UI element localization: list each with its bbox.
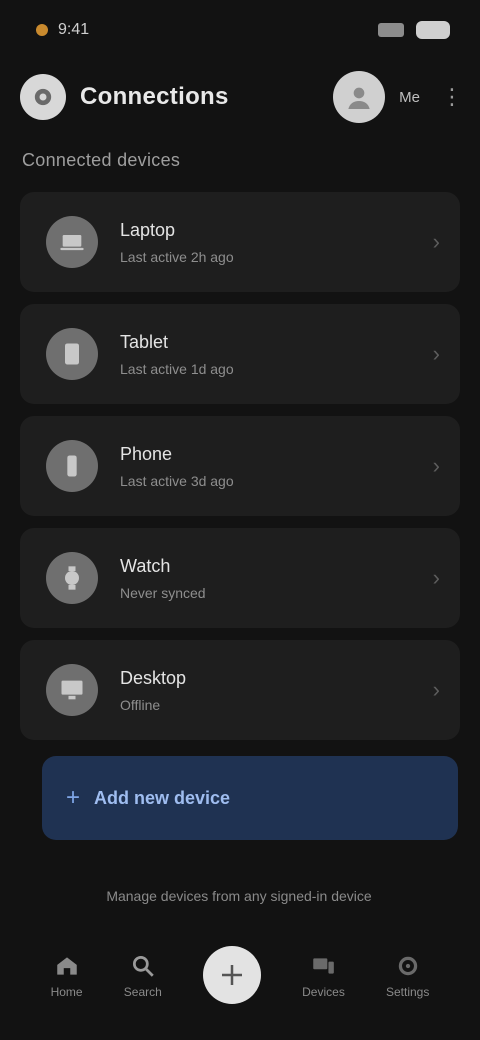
nav-label: Settings bbox=[386, 985, 430, 999]
battery-icon bbox=[416, 21, 450, 39]
status-time: 9:41 bbox=[58, 21, 90, 38]
status-bar: 9:41 bbox=[0, 0, 480, 60]
header-left: Connections bbox=[20, 74, 229, 120]
plus-icon: + bbox=[66, 784, 81, 811]
device-text: Tablet Last active 1d ago bbox=[120, 332, 234, 377]
section-title: Connected devices bbox=[22, 150, 181, 170]
device-card-tablet[interactable]: Tablet Last active 1d ago › bbox=[20, 304, 460, 404]
app-logo-icon bbox=[20, 74, 66, 120]
recording-dot-icon bbox=[36, 24, 48, 36]
device-text: Watch Never synced bbox=[120, 556, 206, 601]
laptop-icon bbox=[46, 216, 98, 268]
nav-devices[interactable]: Devices bbox=[302, 951, 345, 999]
nav-search[interactable]: Search bbox=[124, 951, 162, 999]
device-card-laptop[interactable]: Laptop Last active 2h ago › bbox=[20, 192, 460, 292]
device-card-watch[interactable]: Watch Never synced › bbox=[20, 528, 460, 628]
status-left: 9:41 bbox=[36, 21, 89, 39]
device-subtitle: Last active 1d ago bbox=[120, 360, 234, 377]
chevron-right-icon: › bbox=[432, 453, 440, 478]
chevron-right-icon: › bbox=[432, 229, 440, 254]
watch-icon bbox=[46, 552, 98, 604]
gear-icon bbox=[393, 951, 423, 981]
desktop-icon bbox=[46, 664, 98, 716]
app-title: Connections bbox=[80, 83, 229, 110]
home-icon bbox=[52, 951, 82, 981]
nav-home[interactable]: Home bbox=[51, 951, 83, 999]
device-subtitle: Last active 2h ago bbox=[120, 248, 234, 265]
bottom-navigation: Home Search Devices Settings bbox=[0, 930, 480, 1020]
device-text: Phone Last active 3d ago bbox=[120, 444, 234, 489]
device-title: Watch bbox=[120, 555, 171, 576]
device-card-desktop[interactable]: Desktop Offline › bbox=[20, 640, 460, 740]
phone-icon bbox=[46, 440, 98, 492]
device-title: Tablet bbox=[120, 331, 169, 352]
devices-icon bbox=[308, 951, 338, 981]
nav-settings[interactable]: Settings bbox=[386, 951, 429, 999]
device-title: Laptop bbox=[120, 219, 176, 240]
header-right: Me ⋮ bbox=[333, 71, 470, 123]
profile-avatar[interactable] bbox=[333, 71, 386, 123]
device-subtitle: Last active 3d ago bbox=[120, 472, 234, 489]
nav-label: Devices bbox=[302, 985, 345, 999]
tablet-icon bbox=[46, 328, 98, 380]
account-label[interactable]: Me bbox=[399, 89, 420, 106]
chevron-right-icon: › bbox=[432, 341, 440, 366]
status-right bbox=[378, 21, 450, 39]
signal-icon bbox=[378, 23, 404, 37]
device-text: Laptop Last active 2h ago bbox=[120, 220, 234, 265]
add-device-button[interactable]: + Add new device bbox=[42, 756, 458, 840]
device-card-phone[interactable]: Phone Last active 3d ago › bbox=[20, 416, 460, 516]
search-icon bbox=[128, 951, 158, 981]
footer-hint: Manage devices from any signed-in device bbox=[106, 888, 372, 904]
device-subtitle: Offline bbox=[120, 696, 161, 713]
device-subtitle: Never synced bbox=[120, 584, 206, 601]
device-list: Laptop Last active 2h ago › Tablet Last … bbox=[20, 192, 460, 752]
add-device-label: Add new device bbox=[94, 787, 231, 808]
chevron-right-icon: › bbox=[432, 677, 440, 702]
device-title: Phone bbox=[120, 443, 173, 464]
device-text: Desktop Offline bbox=[120, 668, 186, 713]
nav-label: Search bbox=[123, 985, 162, 999]
chevron-right-icon: › bbox=[432, 565, 440, 590]
device-title: Desktop bbox=[120, 667, 187, 688]
add-fab-button[interactable] bbox=[202, 946, 261, 1004]
nav-label: Home bbox=[50, 985, 83, 999]
more-options-icon[interactable]: ⋮ bbox=[434, 79, 470, 115]
app-header: Connections Me ⋮ bbox=[20, 62, 470, 132]
plus-icon bbox=[221, 965, 242, 985]
